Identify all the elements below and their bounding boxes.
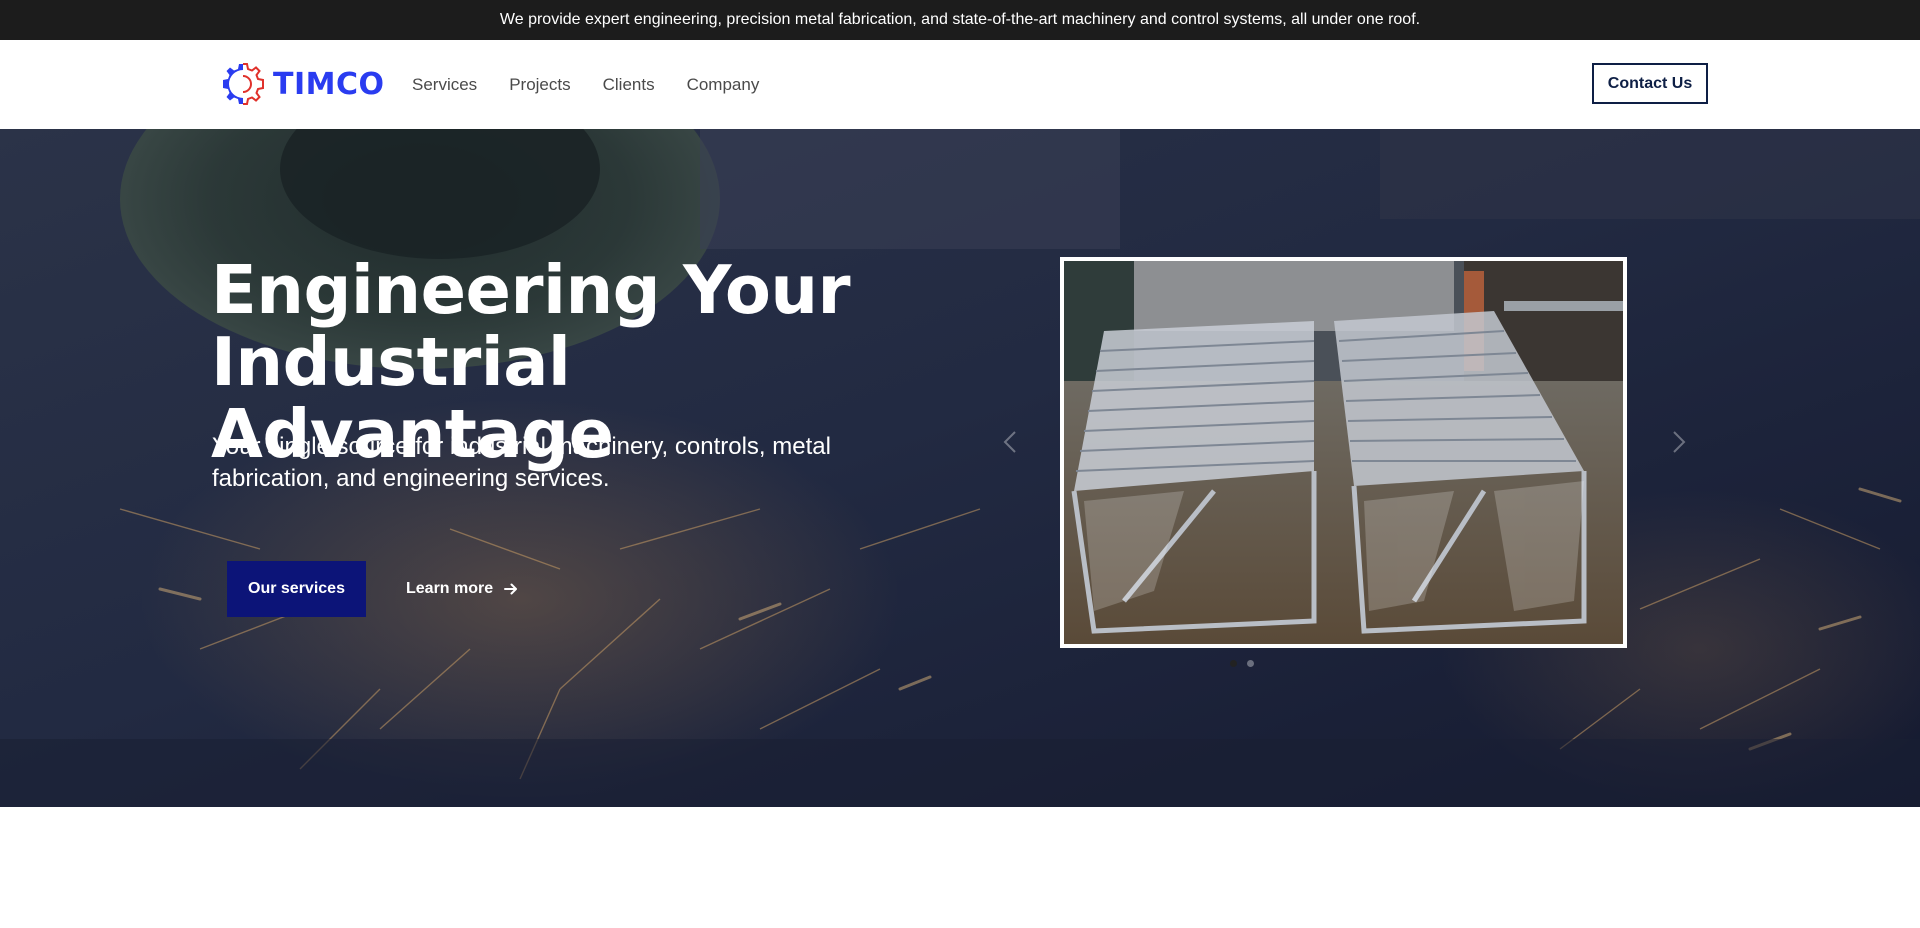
logo[interactable]: TIMCO <box>219 60 385 108</box>
logo-text: TIMCO <box>273 66 385 102</box>
announcement-text: We provide expert engineering, precision… <box>499 11 1421 28</box>
carousel-dot-2[interactable] <box>1247 660 1254 667</box>
carousel-prev-button[interactable] <box>995 429 1025 459</box>
carousel-dot-1[interactable] <box>1230 660 1237 667</box>
our-services-button[interactable]: Our services <box>227 561 366 617</box>
nav-item-services[interactable]: Services <box>412 75 477 95</box>
learn-more-label: Learn more <box>406 580 494 597</box>
chevron-right-icon <box>1672 430 1686 459</box>
gear-icon <box>219 60 267 108</box>
arrow-right-icon <box>503 581 519 597</box>
carousel-dots <box>1230 660 1254 667</box>
hero-subtitle: Your single source for industrial machin… <box>212 433 831 492</box>
nav-item-company[interactable]: Company <box>687 75 760 95</box>
chevron-left-icon <box>1003 430 1017 459</box>
main-nav: Services Projects Clients Company <box>412 40 759 129</box>
contact-us-button[interactable]: Contact Us <box>1592 63 1708 104</box>
nav-item-projects[interactable]: Projects <box>509 75 570 95</box>
carousel-next-button[interactable] <box>1664 429 1694 459</box>
learn-more-link[interactable]: Learn more <box>406 561 519 617</box>
carousel-slide-image <box>1060 257 1627 648</box>
nav-item-clients[interactable]: Clients <box>603 75 655 95</box>
announcement-bar: We provide expert engineering, precision… <box>0 0 1920 40</box>
hero-section: Engineering Your Industrial Advantage Yo… <box>0 129 1920 807</box>
hero-title-line-1: Engineering Your <box>211 251 851 329</box>
below-hero-section <box>0 807 1920 928</box>
site-header: TIMCO Services Projects Clients Company … <box>0 40 1920 129</box>
